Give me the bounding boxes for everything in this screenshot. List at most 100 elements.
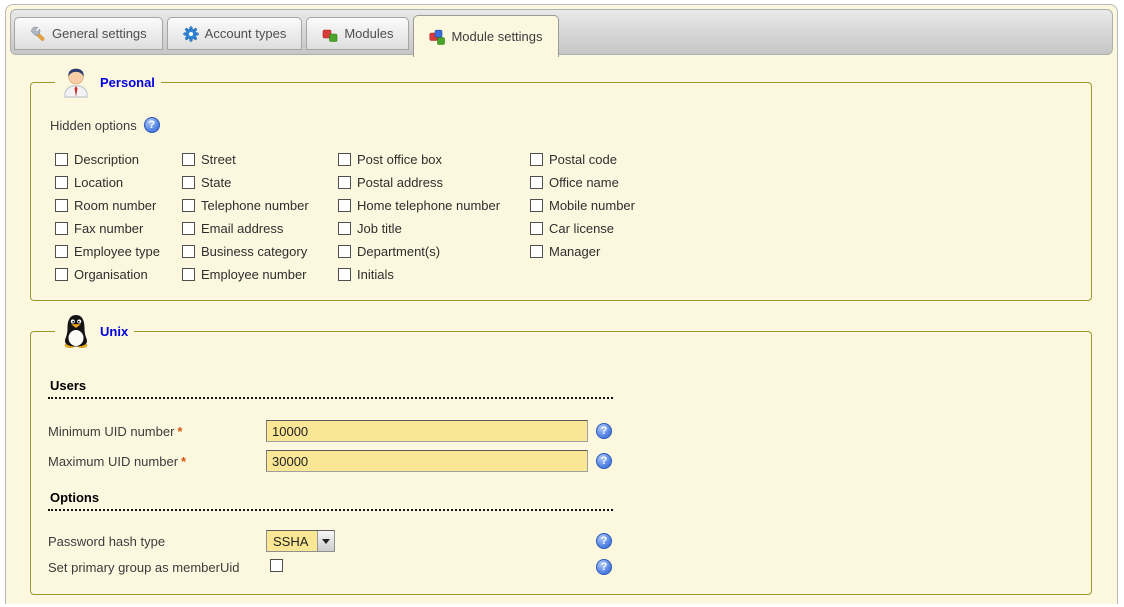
users-fields: Minimum UID number*Maximum UID number* <box>48 420 1074 472</box>
help-icon[interactable] <box>596 423 612 439</box>
hidden-option-checkbox-street[interactable] <box>182 153 195 166</box>
hidden-option-label: Employee number <box>201 267 307 282</box>
tab-label: Module settings <box>451 29 542 44</box>
hidden-option-checkbox-business-category[interactable] <box>182 245 195 258</box>
hidden-option-label: Office name <box>549 175 619 190</box>
hidden-option-label: Department(s) <box>357 244 440 259</box>
hidden-option-label: Email address <box>201 221 283 236</box>
hidden-option-label: Business category <box>201 244 307 259</box>
hidden-option-checkbox-description[interactable] <box>55 153 68 166</box>
hidden-option-label: Employee type <box>74 244 160 259</box>
hidden-option-car-license: Car license <box>530 217 1074 240</box>
selected-value: SSHA <box>267 534 317 549</box>
hidden-option-label: Car license <box>549 221 614 236</box>
hidden-option-checkbox-department-s[interactable] <box>338 245 351 258</box>
hidden-option-employee-type: Employee type <box>55 240 182 263</box>
maximum-uid-number-input[interactable] <box>266 450 588 472</box>
options-fields: Password hash typeSSHA Set primary group … <box>48 530 1074 578</box>
hidden-option-checkbox-initials[interactable] <box>338 268 351 281</box>
required-asterisk: * <box>181 454 186 469</box>
personal-module-section: Personal Hidden options Description Locat… <box>30 66 1092 301</box>
tab-module-settings[interactable]: Module settings <box>413 15 558 57</box>
hidden-option-label: Room number <box>74 198 156 213</box>
hidden-option-checkbox-telephone-number[interactable] <box>182 199 195 212</box>
hidden-option-checkbox-state[interactable] <box>182 176 195 189</box>
unix-module-section: Unix Users Minimum UID number*Maximum UI… <box>30 314 1092 595</box>
maximum-uid-number-label: Maximum UID number* <box>48 454 266 469</box>
hidden-option-organisation: Organisation <box>55 263 182 286</box>
hidden-option-label: Post office box <box>357 152 442 167</box>
minimum-uid-number-input[interactable] <box>266 420 588 442</box>
hidden-option-job-title: Job title <box>338 217 530 240</box>
hidden-option-label: Initials <box>357 267 394 282</box>
tab-account-types[interactable]: Account types <box>167 17 303 50</box>
hidden-option-checkbox-postal-code[interactable] <box>530 153 543 166</box>
personal-section-title: Personal <box>100 75 155 90</box>
set-primary-group-as-memberuid-checkbox[interactable] <box>270 559 283 572</box>
person-icon <box>61 66 91 98</box>
hidden-option-label: Street <box>201 152 236 167</box>
password-hash-type-label: Password hash type <box>48 534 266 549</box>
hidden-option-checkbox-office-name[interactable] <box>530 176 543 189</box>
help-icon[interactable] <box>144 117 160 133</box>
hidden-option-checkbox-employee-number[interactable] <box>182 268 195 281</box>
hidden-option-label: Telephone number <box>201 198 309 213</box>
personal-section-legend: Personal <box>55 66 161 98</box>
maximum-uid-number-row: Maximum UID number* <box>48 450 1074 472</box>
dropdown-arrow-icon[interactable] <box>317 531 334 551</box>
hidden-option-checkbox-car-license[interactable] <box>530 222 543 235</box>
tab-label: Account types <box>205 26 287 41</box>
gear-icon <box>183 26 199 42</box>
hidden-option-email-address: Email address <box>182 217 338 240</box>
tab-label: General settings <box>52 26 147 41</box>
hidden-option-checkbox-post-office-box[interactable] <box>338 153 351 166</box>
modules-icon <box>322 26 338 42</box>
hidden-option-initials: Initials <box>338 263 530 286</box>
tab-modules[interactable]: Modules <box>306 17 409 50</box>
hidden-option-post-office-box: Post office box <box>338 148 530 171</box>
required-asterisk: * <box>177 424 182 439</box>
hidden-option-telephone-number: Telephone number <box>182 194 338 217</box>
hidden-option-label: Postal address <box>357 175 443 190</box>
users-subsection-header: Users <box>48 378 613 399</box>
unix-section-title: Unix <box>100 324 128 339</box>
help-icon[interactable] <box>596 559 612 575</box>
tux-penguin-icon <box>61 314 91 348</box>
hidden-option-label: Location <box>74 175 123 190</box>
hidden-option-label: State <box>201 175 231 190</box>
set-primary-group-as-memberuid-row: Set primary group as memberUid <box>48 556 1074 578</box>
hidden-options-label: Hidden options <box>50 118 137 133</box>
hidden-option-checkbox-job-title[interactable] <box>338 222 351 235</box>
help-icon[interactable] <box>596 453 612 469</box>
hidden-options-column: Description Location Room number Fax number… <box>55 148 182 286</box>
hidden-option-state: State <box>182 171 338 194</box>
hidden-option-label: Postal code <box>549 152 617 167</box>
tab-bar: General settings Account types Modules Modu… <box>10 9 1113 55</box>
hidden-option-fax-number: Fax number <box>55 217 182 240</box>
hidden-option-checkbox-postal-address[interactable] <box>338 176 351 189</box>
hidden-option-description: Description <box>55 148 182 171</box>
hidden-option-checkbox-mobile-number[interactable] <box>530 199 543 212</box>
hidden-option-employee-number: Employee number <box>182 263 338 286</box>
hidden-option-checkbox-location[interactable] <box>55 176 68 189</box>
hidden-option-checkbox-email-address[interactable] <box>182 222 195 235</box>
hidden-option-checkbox-room-number[interactable] <box>55 199 68 212</box>
hidden-option-checkbox-organisation[interactable] <box>55 268 68 281</box>
hidden-options-column: Street State Telephone number Email address… <box>182 148 338 286</box>
hidden-option-checkbox-fax-number[interactable] <box>55 222 68 235</box>
tab-general-settings[interactable]: General settings <box>14 17 163 50</box>
hidden-option-location: Location <box>55 171 182 194</box>
hidden-options-column: Post office boxPostal addressHome teleph… <box>338 148 530 286</box>
help-icon[interactable] <box>596 533 612 549</box>
hidden-option-checkbox-home-telephone-number[interactable] <box>338 199 351 212</box>
hidden-option-postal-code: Postal code <box>530 148 1074 171</box>
hidden-option-checkbox-manager[interactable] <box>530 245 543 258</box>
hidden-option-postal-address: Postal address <box>338 171 530 194</box>
password-hash-type-select[interactable]: SSHA <box>266 530 335 552</box>
hidden-option-label: Mobile number <box>549 198 635 213</box>
wrench-icon <box>30 26 46 42</box>
hidden-options-grid: Description Location Room number Fax number… <box>55 148 1074 286</box>
hidden-option-department-s: Department(s) <box>338 240 530 263</box>
hidden-option-label: Fax number <box>74 221 143 236</box>
hidden-option-checkbox-employee-type[interactable] <box>55 245 68 258</box>
